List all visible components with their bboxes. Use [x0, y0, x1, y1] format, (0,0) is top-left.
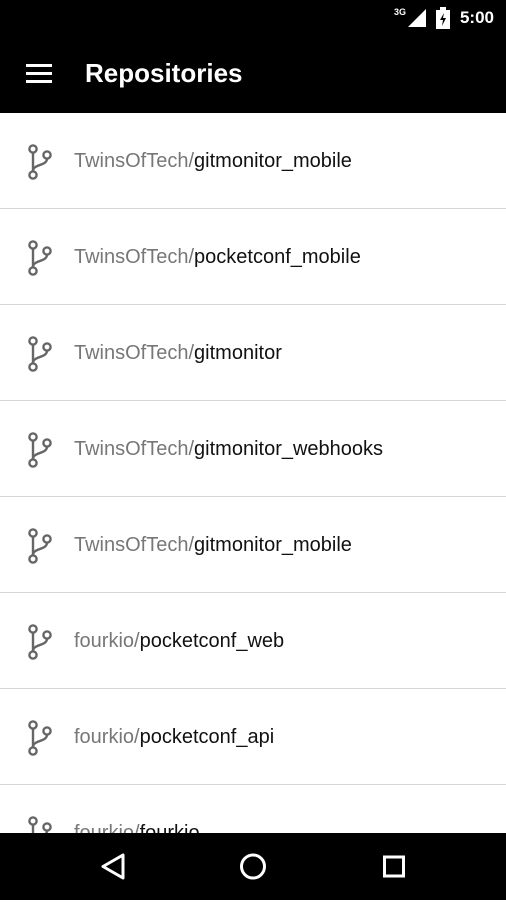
- navigation-bar: [0, 833, 506, 900]
- branch-icon: [28, 528, 52, 564]
- repository-name: fourkio/pocketconf_api: [74, 726, 274, 749]
- list-item[interactable]: fourkio/pocketconf_web: [0, 593, 506, 689]
- recents-button[interactable]: [354, 833, 434, 900]
- repository-name: TwinsOfTech/gitmonitor: [74, 342, 282, 365]
- branch-icon: [28, 336, 52, 372]
- status-icons: 3G 5:00: [394, 0, 494, 36]
- list-item[interactable]: fourkio/fourkio: [0, 785, 506, 833]
- list-item[interactable]: TwinsOfTech/gitmonitor_mobile: [0, 113, 506, 209]
- repo-name: gitmonitor_mobile: [194, 150, 352, 172]
- branch-icon: [28, 720, 52, 756]
- network-type-label: 3G: [393, 7, 406, 17]
- repo-owner: fourkio/: [74, 822, 140, 833]
- repository-name: TwinsOfTech/gitmonitor_mobile: [74, 534, 352, 557]
- repo-owner: TwinsOfTech/: [74, 150, 195, 172]
- repository-name: fourkio/fourkio: [74, 822, 200, 833]
- recents-icon: [383, 855, 405, 878]
- repo-name: gitmonitor_mobile: [194, 534, 352, 556]
- signal-icon: [407, 9, 426, 27]
- repo-owner: TwinsOfTech/: [74, 534, 195, 556]
- branch-icon: [28, 816, 52, 833]
- clock: 5:00: [459, 8, 494, 27]
- list-item[interactable]: TwinsOfTech/gitmonitor_mobile: [0, 497, 506, 593]
- list-item[interactable]: TwinsOfTech/gitmonitor: [0, 305, 506, 401]
- repo-name: gitmonitor_webhooks: [194, 438, 384, 460]
- repo-owner: TwinsOfTech/: [74, 246, 195, 268]
- repo-name: pocketconf_web: [139, 630, 285, 652]
- repo-name: pocketconf_mobile: [194, 246, 361, 268]
- back-button[interactable]: [74, 833, 154, 900]
- menu-icon[interactable]: [26, 64, 52, 84]
- list-item[interactable]: fourkio/pocketconf_api: [0, 689, 506, 785]
- status-bar: 3G 5:00: [0, 0, 506, 36]
- list-item[interactable]: TwinsOfTech/gitmonitor_webhooks: [0, 401, 506, 497]
- home-button[interactable]: [213, 833, 293, 900]
- repository-name: TwinsOfTech/pocketconf_mobile: [74, 246, 361, 269]
- repository-list: TwinsOfTech/gitmonitor_mobile TwinsOfTec…: [0, 113, 506, 833]
- app-bar: Repositories: [0, 36, 506, 113]
- repository-name: TwinsOfTech/gitmonitor_mobile: [74, 150, 352, 173]
- branch-icon: [28, 240, 52, 276]
- home-icon: [240, 853, 266, 880]
- repo-owner: TwinsOfTech/: [74, 438, 195, 460]
- branch-icon: [28, 144, 52, 180]
- battery-icon: [435, 7, 450, 29]
- branch-icon: [28, 432, 52, 468]
- repo-owner: fourkio/: [74, 726, 140, 748]
- branch-icon: [28, 624, 52, 660]
- repo-name: fourkio: [139, 822, 200, 833]
- repository-name: fourkio/pocketconf_web: [74, 630, 284, 653]
- back-icon: [101, 853, 125, 880]
- repo-name: gitmonitor: [194, 342, 282, 364]
- list-item[interactable]: TwinsOfTech/pocketconf_mobile: [0, 209, 506, 305]
- repo-name: pocketconf_api: [139, 726, 275, 748]
- repo-owner: fourkio/: [74, 630, 140, 652]
- repo-owner: TwinsOfTech/: [74, 342, 195, 364]
- repository-name: TwinsOfTech/gitmonitor_webhooks: [74, 438, 383, 461]
- page-title: Repositories: [85, 58, 243, 88]
